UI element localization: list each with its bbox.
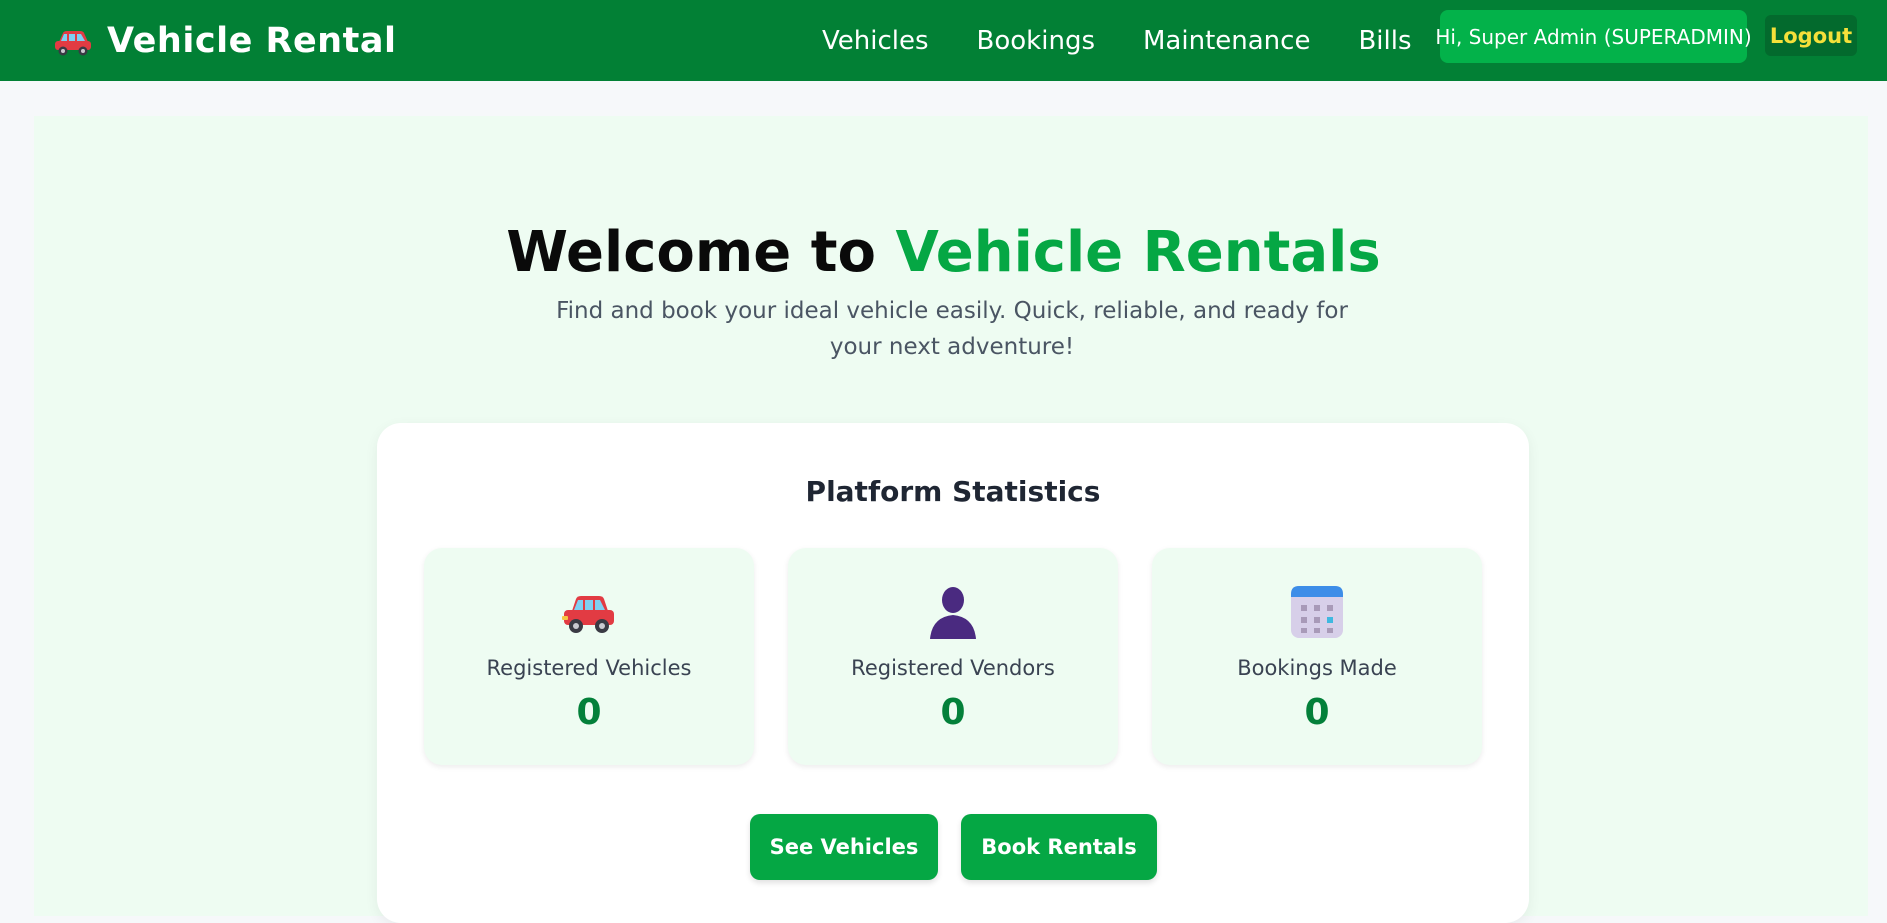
stat-value: 0 [1304,692,1330,733]
nav-bills[interactable]: Bills [1358,26,1411,56]
stat-registered-vehicles: Registered Vehicles 0 [424,548,754,765]
stat-registered-vendors: Registered Vendors 0 [788,548,1118,765]
page-title: Welcome to Vehicle Rentals [0,220,1887,285]
nav-maintenance[interactable]: Maintenance [1143,26,1310,56]
stats-title: Platform Statistics [805,475,1101,508]
top-navbar: Vehicle Rental Vehicles Bookings Mainten… [0,0,1887,81]
stats-card: Platform Statistics Registered Vehicles … [377,423,1529,923]
brand[interactable]: Vehicle Rental [53,0,396,81]
see-vehicles-button[interactable]: See Vehicles [750,814,938,880]
title-accent: Vehicle Rentals [895,220,1381,285]
nav-bookings[interactable]: Bookings [977,26,1095,56]
hero-subtitle: Find and book your ideal vehicle easily.… [556,298,1348,360]
calendar-icon [1152,583,1482,641]
stat-label: Bookings Made [1237,656,1397,680]
nav-vehicles[interactable]: Vehicles [822,26,929,56]
main-nav: Vehicles Bookings Maintenance Bills [822,0,1412,81]
stat-label: Registered Vendors [851,656,1055,680]
person-icon [788,583,1118,641]
stat-bookings-made: Bookings Made 0 [1152,548,1482,765]
logout-button[interactable]: Logout [1765,15,1857,56]
car-icon [53,26,93,56]
car-icon [424,583,754,641]
user-greeting: Hi, Super Admin (SUPERADMIN) [1435,10,1752,63]
title-prefix: Welcome to [506,220,896,285]
stat-label: Registered Vehicles [486,656,692,680]
book-rentals-button[interactable]: Book Rentals [961,814,1157,880]
brand-name: Vehicle Rental [107,20,397,61]
stat-value: 0 [940,692,966,733]
stat-value: 0 [576,692,602,733]
